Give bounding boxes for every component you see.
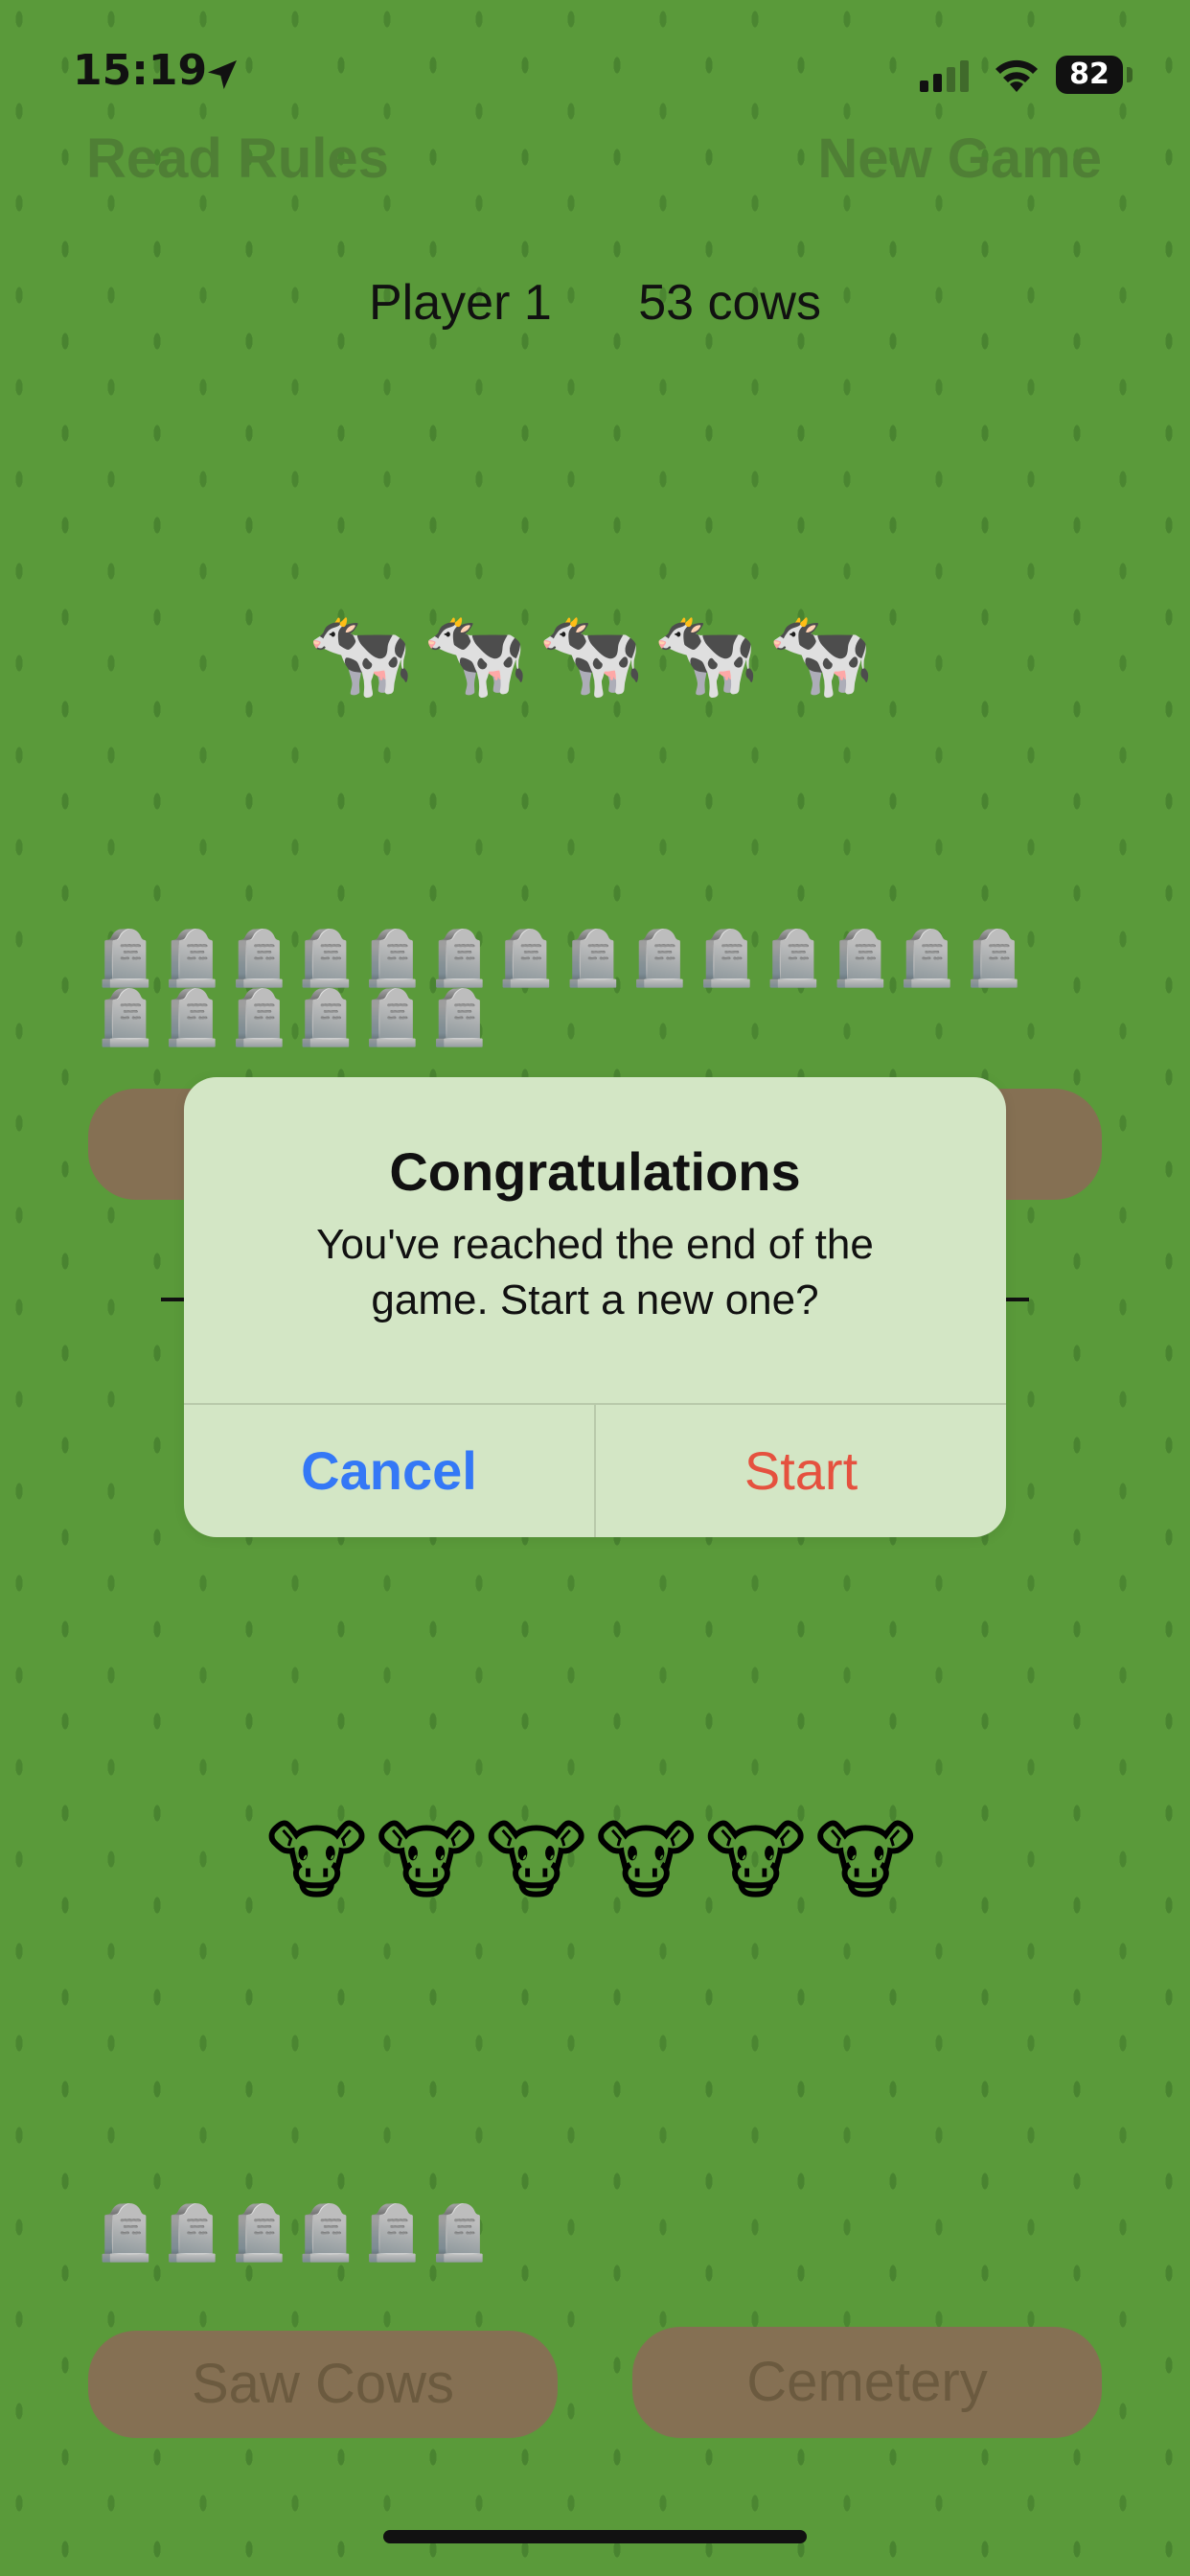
congratulations-alert: Congratulations You've reached the end o…	[184, 1077, 1006, 1537]
cemetery-button[interactable]: Cemetery	[632, 2327, 1102, 2438]
saw-cows-button[interactable]: Saw Cows	[88, 2331, 558, 2438]
game-screen: 15:19 82 Read Rules New Game Player 1 53…	[0, 0, 1190, 2576]
graves-bottom: 🪦🪦🪦🪦🪦🪦	[92, 2202, 493, 2265]
status-time: 15:19	[73, 46, 208, 95]
cows-row: 🐄🐄🐄🐄🐄	[307, 604, 883, 704]
cellular-signal-icon	[920, 60, 969, 92]
player-info: Player 1 53 cows	[0, 274, 1190, 332]
new-game-button[interactable]: New Game	[817, 126, 1102, 191]
status-bar: 15:19 82	[0, 0, 1190, 144]
player-name: Player 1	[369, 275, 552, 331]
battery-icon: 82	[1056, 56, 1123, 94]
cancel-button[interactable]: Cancel	[184, 1405, 594, 1537]
graves-top: 🪦🪦🪦🪦🪦🪦🪦🪦🪦🪦🪦🪦🪦🪦🪦🪦🪦🪦🪦🪦	[92, 928, 1028, 1049]
cow-count: 53 cows	[638, 275, 821, 331]
location-arrow-icon	[208, 60, 237, 89]
read-rules-button[interactable]: Read Rules	[86, 126, 389, 191]
divider-right	[1002, 1298, 1029, 1301]
battery-cap	[1127, 67, 1133, 82]
wifi-icon	[995, 59, 1038, 92]
cow-faces-row: 🐮🐮🐮🐮🐮🐮	[265, 1811, 925, 1912]
alert-title: Congratulations	[389, 1141, 801, 1202]
alert-message: You've reached the end of the game. Star…	[316, 1221, 874, 1323]
start-button[interactable]: Start	[596, 1405, 1006, 1537]
home-indicator[interactable]	[383, 2530, 807, 2543]
